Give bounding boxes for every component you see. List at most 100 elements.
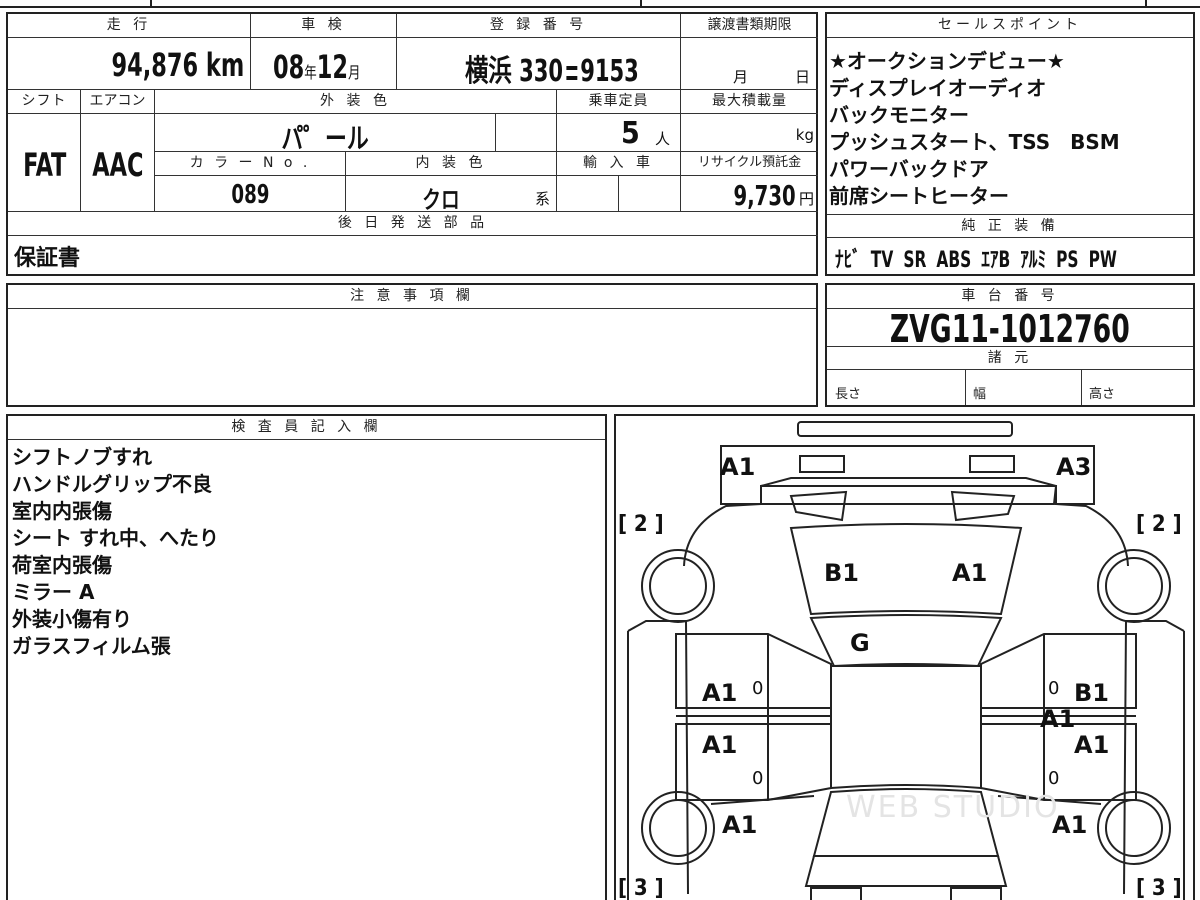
sales-points-label: セールスポイント xyxy=(827,14,1193,38)
inspector-note: シート すれ中、へたり xyxy=(12,526,219,550)
sales-point-item: ディスプレイオーディオ xyxy=(829,76,1047,100)
registration-dash-icon xyxy=(566,65,578,80)
inspection-month-unit: 月 xyxy=(347,63,361,82)
ac-cell: AAC xyxy=(81,114,155,212)
caution-box: 注 意 事 項 欄 xyxy=(6,283,818,407)
inspection-year: 08 xyxy=(273,48,305,86)
capacity-label: 乗車定員 xyxy=(557,90,681,114)
tire-front-right-label: [ 2 ] xyxy=(1136,512,1182,537)
inspector-note: ガラスフィルム張 xyxy=(12,634,171,658)
ac-value: AAC xyxy=(92,146,144,184)
rear-left-wheel xyxy=(641,791,715,865)
top-strip-divider xyxy=(640,0,642,8)
equipment-item: ｱﾙﾐ xyxy=(1020,248,1047,273)
windshield xyxy=(809,614,1003,668)
equipment-item: SR xyxy=(903,248,927,273)
top-strip xyxy=(0,0,1200,8)
import-cell-a xyxy=(557,176,619,212)
import-label: 輸 入 車 xyxy=(557,152,681,176)
later-parts-label: 後 日 発 送 部 品 xyxy=(8,212,818,236)
inspector-note: ハンドルグリップ不良 xyxy=(12,472,212,496)
inspector-note: シフトノブすれ xyxy=(12,445,152,469)
grille-left-slot xyxy=(789,490,848,522)
damage-mark-door-fl: A1 xyxy=(702,679,738,707)
equipment-label: 純 正 装 備 xyxy=(827,214,1193,238)
damage-mark-front-left: A1 xyxy=(720,453,756,481)
top-strip-divider xyxy=(150,0,152,8)
chassis-box: 車 台 番 号 ZVG11-1012760 諸 元 長さ 幅 高さ xyxy=(825,283,1195,407)
equipment-list: ﾅﾋﾞ TV SR ABS ｴｱB ｱﾙﾐ PS PW xyxy=(835,242,1196,274)
damage-mark-hood-right: A1 xyxy=(952,559,988,587)
mileage-cell: 94,876 km xyxy=(8,38,251,90)
inspector-box: 検 査 員 記 入 欄 シフトノブすれ ハンドルグリップ不良 室内内張傷 シート… xyxy=(6,414,607,900)
ac-label: エアコン xyxy=(81,90,155,114)
inspector-note: 室内内張傷 xyxy=(12,499,112,523)
inspection-month: 12 xyxy=(316,48,348,86)
shift-label: シフト xyxy=(8,90,81,114)
color-no-label: カ ラ ー N o . xyxy=(155,152,346,176)
right-side-panel xyxy=(1123,620,1185,895)
inspector-note: 荷室内張傷 xyxy=(12,553,112,577)
capacity-cell: 5 人 xyxy=(557,114,681,152)
spec-divider xyxy=(965,370,966,405)
rear-bumper-left xyxy=(810,887,862,900)
inspector-note: ミラー A xyxy=(12,580,95,604)
sales-point-item: バックモニター xyxy=(829,103,969,127)
body-left-side xyxy=(683,503,762,567)
front-right-wheel-inner xyxy=(1105,557,1163,615)
color-no-value: 089 xyxy=(231,180,270,210)
top-strip-divider xyxy=(1145,0,1147,8)
rear-bumper-right xyxy=(950,887,1002,900)
max-load-label: 最大積載量 xyxy=(681,90,818,114)
color-no-cell: 089 xyxy=(155,176,346,212)
watermark: WEB STUDIO xyxy=(846,790,1060,825)
caution-label: 注 意 事 項 欄 xyxy=(8,285,816,309)
equipment-item: PS xyxy=(1056,248,1079,273)
damage-mark-door-rl: A1 xyxy=(702,731,738,759)
chassis-value: ZVG11-1012760 xyxy=(890,307,1130,351)
zero-mark: 0 xyxy=(1048,678,1060,699)
max-load-unit: kg xyxy=(795,126,814,144)
capacity-value: 5 xyxy=(621,116,640,151)
mileage-label: 走 行 xyxy=(8,14,251,38)
equipment-item: ﾅﾋﾞ xyxy=(835,248,861,273)
cabin xyxy=(830,665,982,790)
recycle-label: リサイクル預託金 xyxy=(681,152,818,176)
vehicle-info-box: 走 行 車 検 登 録 番 号 譲渡書類期限 94,876 km 08年12 月 … xyxy=(6,12,818,276)
body-right-side xyxy=(1055,503,1129,567)
interior-color-label: 内 装 色 xyxy=(346,152,557,176)
specs-label: 諸 元 xyxy=(827,346,1193,370)
inspector-label: 検 査 員 記 入 欄 xyxy=(8,416,605,440)
equipment-item: ｴｱB xyxy=(981,248,1011,273)
rear-right-wheel-inner xyxy=(1105,799,1163,857)
car-outline-diagram xyxy=(627,421,1185,900)
capacity-unit: 人 xyxy=(655,130,671,148)
rear-left-wheel-inner xyxy=(649,799,707,857)
front-frame xyxy=(720,445,1095,505)
registration-label: 登 録 番 号 xyxy=(397,14,681,38)
import-cell-b xyxy=(619,176,681,212)
registration-value: 横浜 330 xyxy=(465,54,564,89)
spec-width-label: 幅 xyxy=(973,387,987,402)
sales-point-item: プッシュスタート、TSS BSM xyxy=(829,130,1120,154)
grille-right-slot xyxy=(950,490,1016,522)
recycle-cell: 9,730 円 xyxy=(681,176,818,212)
damage-mark-windshield: G xyxy=(850,629,870,657)
damage-mark-door-fr-b: A1 xyxy=(1040,705,1076,733)
zero-mark: 0 xyxy=(752,678,764,699)
registration-cell: 横浜 330 9153 xyxy=(397,38,681,90)
spec-height-label: 高さ xyxy=(1089,387,1116,402)
sales-points-box: セールスポイント ★オークションデビュー★ ディスプレイオーディオ バックモニタ… xyxy=(825,12,1195,276)
rear-section xyxy=(804,855,1008,887)
zero-mark: 0 xyxy=(752,768,764,789)
inspection-cell: 08年12月 xyxy=(251,38,397,90)
registration-number: 9153 xyxy=(580,54,639,89)
inspection-year-unit: 年 xyxy=(304,63,317,82)
left-side-panel xyxy=(627,620,689,895)
damage-mark-front-right: A3 xyxy=(1056,453,1092,481)
rear-right-wheel xyxy=(1097,791,1171,865)
transfer-deadline-cell: 月 日 xyxy=(681,38,818,90)
damage-mark-hood-left: B1 xyxy=(824,559,859,587)
shift-cell: FAT xyxy=(8,114,81,212)
recycle-value: 9,730 xyxy=(733,179,796,212)
